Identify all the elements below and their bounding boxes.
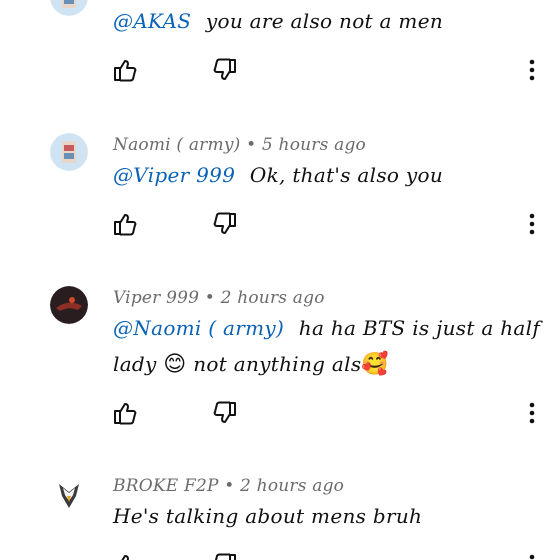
- avatar[interactable]: [50, 286, 88, 324]
- separator-dot: •: [246, 135, 257, 155]
- comment-time: 2 hours ago: [220, 288, 325, 308]
- separator-dot: •: [224, 476, 235, 496]
- more-vertical-icon[interactable]: [526, 400, 538, 426]
- avatar[interactable]: [50, 474, 88, 512]
- smiling-face-hearts-emoji: 🥰: [361, 352, 390, 377]
- comment-text-content: ha ha BTS is just a half: [298, 316, 541, 340]
- thumbs-up-icon[interactable]: [112, 57, 138, 83]
- more-vertical-icon[interactable]: [526, 211, 538, 237]
- comment-actions: [0, 400, 560, 430]
- thumbs-down-icon[interactable]: [212, 57, 238, 83]
- more-vertical-icon[interactable]: [526, 57, 538, 83]
- thumbs-up-icon[interactable]: [112, 211, 138, 237]
- comment-text-content: you are also not a men: [205, 9, 444, 33]
- comment-text: @Naomi ( army) ha ha BTS is just a half …: [113, 310, 543, 383]
- comment-text-content: lady: [113, 352, 157, 376]
- comment-text: @Viper 999 Ok, that's also you: [113, 157, 543, 193]
- mention-link[interactable]: @Viper 999: [113, 163, 235, 187]
- comment-text: He's talking about mens bruh: [113, 498, 543, 534]
- thumbs-down-icon[interactable]: [212, 400, 238, 426]
- comment-text-content: Ok, that's also you: [249, 163, 444, 187]
- avatar[interactable]: [50, 133, 88, 171]
- comment-meta: Naomi ( army) • 5 hours ago: [113, 135, 366, 155]
- smiling-face-emoji: 😊: [163, 352, 187, 377]
- thumbs-up-icon[interactable]: [112, 552, 138, 560]
- comment-text-content: He's talking about mens bruh: [113, 504, 423, 528]
- comment-actions: [0, 57, 560, 87]
- more-vertical-icon[interactable]: [526, 552, 538, 560]
- comment-actions: [0, 211, 560, 241]
- comment-meta: BROKE F2P • 2 hours ago: [113, 476, 344, 496]
- thumbs-down-icon[interactable]: [212, 552, 238, 560]
- comment-time: 5 hours ago: [261, 135, 366, 155]
- mention-link[interactable]: @Naomi ( army): [113, 316, 284, 340]
- comment-text-content: not anything als: [193, 352, 362, 376]
- comment-author[interactable]: BROKE F2P: [113, 476, 219, 496]
- thumbs-up-icon[interactable]: [112, 400, 138, 426]
- avatar[interactable]: [50, 0, 88, 16]
- comment-actions: [0, 552, 560, 560]
- mention-link[interactable]: @AKAS: [113, 9, 191, 33]
- comment-meta: Viper 999 • 2 hours ago: [113, 288, 325, 308]
- comment-time: 2 hours ago: [240, 476, 345, 496]
- separator-dot: •: [204, 288, 215, 308]
- comment-author[interactable]: Viper 999: [113, 288, 199, 308]
- comment-text: @AKAS you are also not a men: [113, 3, 543, 39]
- comment-author[interactable]: Naomi ( army): [113, 135, 240, 155]
- comments-page: @AKAS you are also not a men Naomi (arm…: [0, 0, 560, 560]
- thumbs-down-icon[interactable]: [212, 211, 238, 237]
